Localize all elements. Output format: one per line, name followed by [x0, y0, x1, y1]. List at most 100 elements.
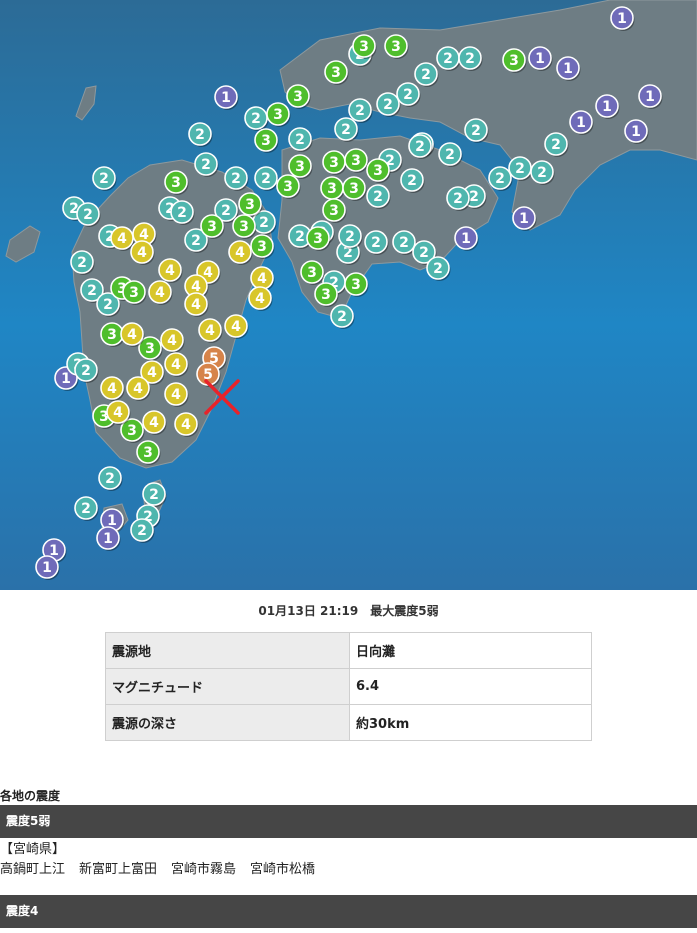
- svg-text:4: 4: [235, 245, 245, 261]
- svg-text:2: 2: [515, 161, 525, 177]
- place-list: 高鍋町上江 新富町上富田 宮崎市霧島 宮崎市松橋: [0, 860, 697, 880]
- svg-text:2: 2: [421, 67, 431, 83]
- svg-text:3: 3: [273, 107, 283, 123]
- svg-text:2: 2: [337, 309, 347, 325]
- table-row: 震源地 日向灘: [105, 632, 592, 669]
- svg-text:2: 2: [221, 203, 231, 219]
- svg-text:3: 3: [171, 175, 181, 191]
- value-magnitude: 6.4: [349, 668, 592, 705]
- svg-text:2: 2: [537, 165, 547, 181]
- svg-text:4: 4: [117, 231, 127, 247]
- svg-text:3: 3: [145, 341, 155, 357]
- svg-text:1: 1: [221, 90, 231, 106]
- svg-text:4: 4: [255, 291, 265, 307]
- svg-text:4: 4: [205, 323, 215, 339]
- label-depth: 震源の深さ: [105, 704, 350, 741]
- max-intensity-text: 最大震度5弱: [370, 604, 439, 618]
- svg-text:4: 4: [171, 387, 181, 403]
- svg-text:2: 2: [495, 171, 505, 187]
- section-title-intensity: 各地の震度: [0, 789, 61, 803]
- svg-text:2: 2: [251, 111, 261, 127]
- svg-text:1: 1: [563, 61, 573, 77]
- svg-text:2: 2: [399, 235, 409, 251]
- svg-text:3: 3: [329, 155, 339, 171]
- svg-text:3: 3: [261, 133, 271, 149]
- svg-text:4: 4: [155, 285, 165, 301]
- svg-text:3: 3: [321, 287, 331, 303]
- table-row: マグニチュード 6.4: [105, 668, 592, 705]
- svg-text:2: 2: [341, 122, 351, 138]
- svg-text:4: 4: [171, 357, 181, 373]
- svg-text:4: 4: [167, 333, 177, 349]
- svg-text:2: 2: [551, 137, 561, 153]
- svg-text:1: 1: [617, 11, 627, 27]
- svg-text:4: 4: [231, 319, 241, 335]
- svg-text:2: 2: [383, 97, 393, 113]
- svg-text:2: 2: [149, 487, 159, 503]
- svg-text:4: 4: [149, 415, 159, 431]
- svg-text:4: 4: [191, 297, 201, 313]
- svg-text:2: 2: [295, 132, 305, 148]
- svg-text:2: 2: [83, 207, 93, 223]
- svg-text:3: 3: [107, 327, 117, 343]
- svg-text:3: 3: [257, 239, 267, 255]
- svg-text:1: 1: [631, 124, 641, 140]
- svg-text:2: 2: [103, 297, 113, 313]
- svg-text:3: 3: [307, 265, 317, 281]
- svg-text:2: 2: [81, 363, 91, 379]
- svg-text:2: 2: [445, 147, 455, 163]
- earthquake-intensity-map: 1111111111111112222222222222222222222222…: [0, 0, 697, 590]
- svg-text:2: 2: [261, 171, 271, 187]
- svg-text:2: 2: [87, 283, 97, 299]
- svg-text:3: 3: [239, 219, 249, 235]
- datetime-text: 01月13日 21:19: [258, 604, 359, 618]
- svg-text:1: 1: [42, 560, 52, 576]
- svg-text:4: 4: [107, 381, 117, 397]
- svg-text:2: 2: [403, 87, 413, 103]
- svg-text:3: 3: [313, 231, 323, 247]
- svg-text:2: 2: [295, 229, 305, 245]
- svg-text:4: 4: [181, 417, 191, 433]
- svg-text:3: 3: [129, 285, 139, 301]
- place-name: 宮崎市松橋: [250, 862, 316, 877]
- svg-text:1: 1: [519, 211, 529, 227]
- svg-text:2: 2: [465, 51, 475, 67]
- svg-text:3: 3: [351, 153, 361, 169]
- svg-text:2: 2: [201, 157, 211, 173]
- svg-text:2: 2: [415, 139, 425, 155]
- svg-text:2: 2: [453, 191, 463, 207]
- svg-text:3: 3: [295, 159, 305, 175]
- svg-text:3: 3: [509, 53, 519, 69]
- svg-text:2: 2: [105, 471, 115, 487]
- svg-text:4: 4: [127, 327, 137, 343]
- svg-text:3: 3: [127, 423, 137, 439]
- svg-text:2: 2: [419, 245, 429, 261]
- svg-text:2: 2: [433, 261, 443, 277]
- svg-text:1: 1: [645, 89, 655, 105]
- svg-text:3: 3: [391, 39, 401, 55]
- svg-text:2: 2: [137, 523, 147, 539]
- svg-text:2: 2: [195, 127, 205, 143]
- svg-text:4: 4: [147, 365, 157, 381]
- svg-text:2: 2: [471, 123, 481, 139]
- svg-text:4: 4: [257, 271, 267, 287]
- svg-text:4: 4: [133, 381, 143, 397]
- place-name: 高鍋町上江: [0, 862, 66, 877]
- svg-text:2: 2: [177, 205, 187, 221]
- svg-text:1: 1: [103, 531, 113, 547]
- svg-text:2: 2: [371, 235, 381, 251]
- svg-text:2: 2: [345, 229, 355, 245]
- svg-text:3: 3: [359, 39, 369, 55]
- svg-text:2: 2: [259, 215, 269, 231]
- label-epicenter: 震源地: [105, 632, 350, 669]
- svg-text:2: 2: [443, 51, 453, 67]
- earthquake-info-table: 震源地 日向灘 マグニチュード 6.4 震源の深さ 約30km: [105, 632, 592, 741]
- svg-text:3: 3: [143, 445, 153, 461]
- table-row: 震源の深さ 約30km: [105, 704, 592, 741]
- svg-text:3: 3: [331, 65, 341, 81]
- svg-text:1: 1: [602, 99, 612, 115]
- svg-text:3: 3: [293, 89, 303, 105]
- svg-text:2: 2: [81, 501, 91, 517]
- svg-text:1: 1: [535, 51, 545, 67]
- svg-text:2: 2: [407, 173, 417, 189]
